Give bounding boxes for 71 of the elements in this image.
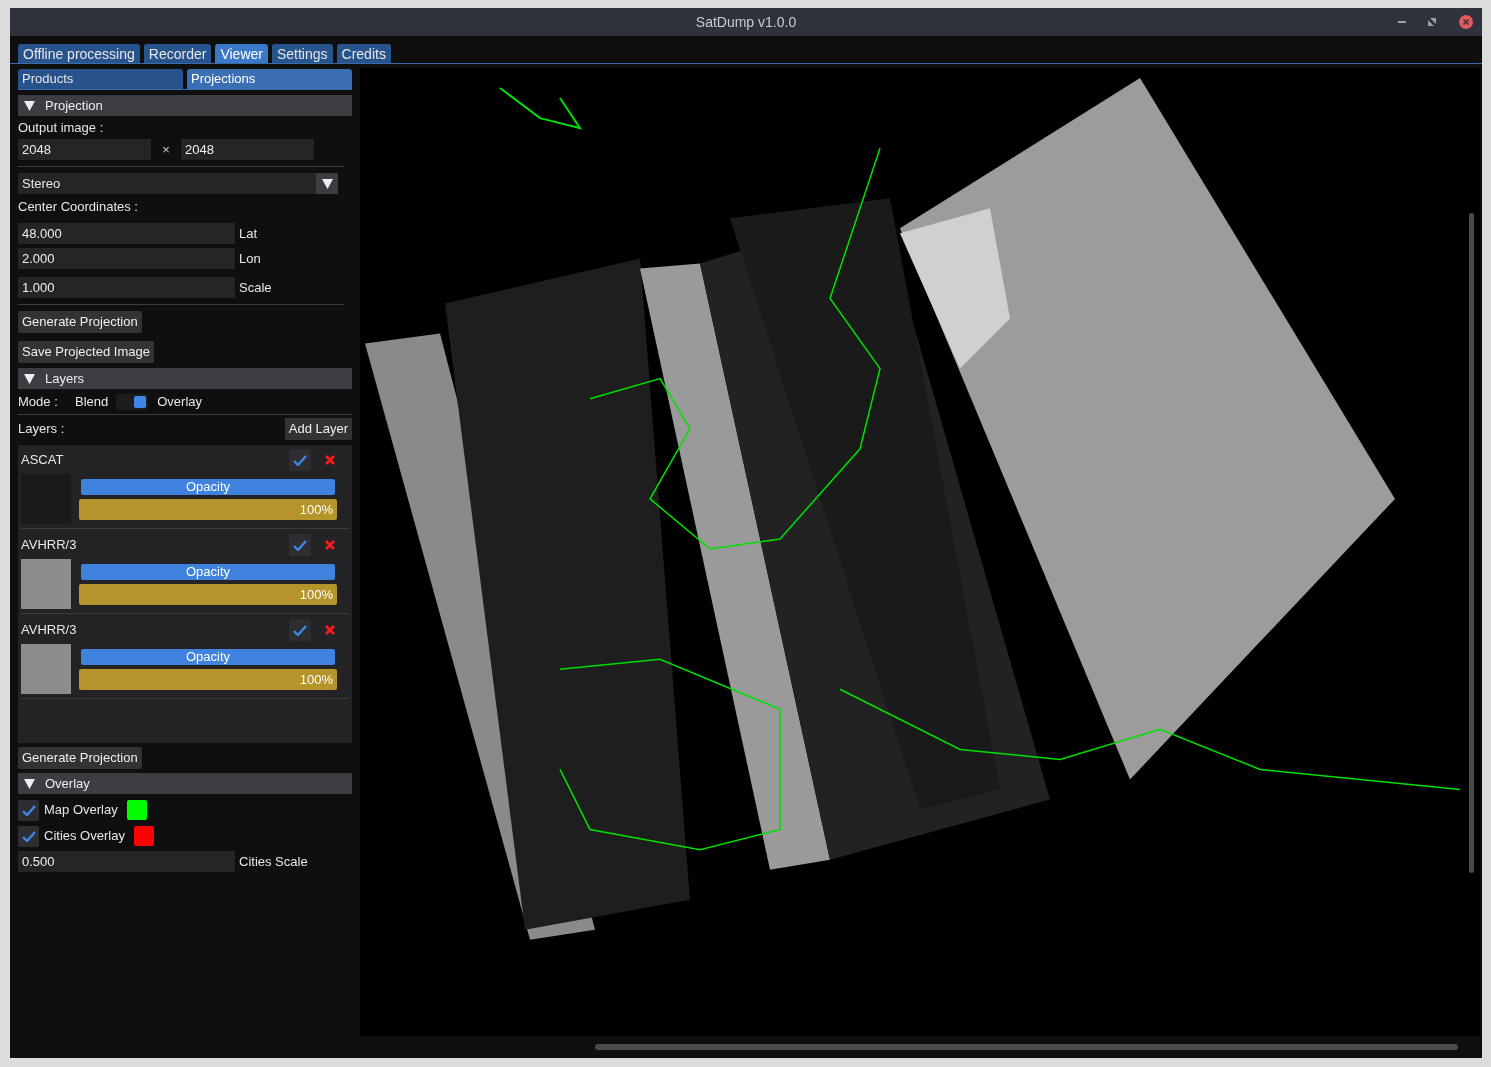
- thumbnail-image: [21, 644, 71, 694]
- layer-checkbox[interactable]: [289, 449, 311, 471]
- opacity-button[interactable]: Opacity: [81, 478, 335, 495]
- checkmark-icon: [21, 804, 36, 816]
- label: Scale: [239, 278, 272, 297]
- color-swatch[interactable]: [133, 826, 154, 846]
- section-header[interactable]: Layers: [18, 368, 352, 389]
- checkbox[interactable]: [18, 799, 39, 821]
- label: Layers :: [18, 420, 65, 439]
- input-field[interactable]: 1.000: [18, 277, 235, 298]
- remove-layer-button[interactable]: [323, 623, 337, 637]
- layer-checkbox[interactable]: [289, 534, 311, 556]
- section-header[interactable]: Projection: [18, 95, 352, 116]
- minimize-icon[interactable]: [1398, 20, 1406, 24]
- button[interactable]: Save Projected Image: [18, 341, 154, 363]
- input-field[interactable]: 2.000: [18, 248, 235, 269]
- checkmark-icon: [21, 830, 36, 842]
- slider-value: 100%: [299, 500, 333, 519]
- section-header[interactable]: Overlay: [18, 773, 352, 794]
- input-field[interactable]: 2048: [18, 139, 151, 160]
- horizontal-scrollbar[interactable]: [595, 1044, 1458, 1050]
- label: Lat: [239, 224, 258, 243]
- checkmark-icon: [293, 539, 307, 551]
- input-field[interactable]: 2048: [181, 139, 314, 160]
- label: Center Coordinates :: [18, 198, 139, 216]
- remove-layer-button[interactable]: [323, 538, 337, 552]
- tab[interactable]: Credits: [336, 44, 391, 63]
- input-field[interactable]: 48.000: [18, 223, 235, 244]
- restore-icon[interactable]: [1428, 18, 1436, 26]
- label: Map Overlay: [44, 801, 118, 820]
- tab[interactable]: Recorder: [143, 44, 212, 63]
- tab[interactable]: Viewer: [215, 44, 268, 63]
- close-icon: [325, 540, 335, 550]
- label: Cities Scale: [239, 852, 308, 871]
- tab[interactable]: Products: [18, 69, 183, 89]
- close-icon: [325, 625, 335, 635]
- label: Overlay: [157, 393, 203, 412]
- color-swatch[interactable]: [126, 800, 147, 820]
- layer-name: ASCAT: [21, 451, 65, 470]
- remove-layer-button[interactable]: [323, 453, 337, 467]
- label: Lon: [239, 249, 261, 268]
- tab[interactable]: Settings: [271, 44, 333, 63]
- projection-dropdown[interactable]: Stereo: [18, 173, 338, 194]
- dropdown-arrow-icon: [321, 178, 333, 189]
- layer-checkbox[interactable]: [289, 619, 311, 641]
- checkmark-icon: [293, 454, 307, 466]
- checkmark-icon: [293, 624, 307, 636]
- input-field[interactable]: 0.500: [18, 851, 235, 872]
- slider-value: 100%: [299, 585, 333, 604]
- label: Output image :: [18, 119, 105, 137]
- window-title: SatDump v1.0.0: [695, 12, 797, 32]
- layer-name: AVHRR/3: [21, 536, 78, 555]
- mode-toggle[interactable]: [116, 394, 149, 410]
- button[interactable]: Generate Projection: [18, 747, 142, 769]
- thumbnail-image: [21, 559, 71, 609]
- tab[interactable]: Offline processing: [18, 44, 140, 63]
- tab[interactable]: Projections: [187, 69, 352, 89]
- vertical-scrollbar[interactable]: [1469, 213, 1474, 873]
- label: Mode :: [18, 393, 59, 412]
- button[interactable]: Generate Projection: [18, 311, 142, 333]
- layer-name: AVHRR/3: [21, 621, 78, 640]
- slider-value: 100%: [299, 670, 333, 689]
- label: Cities Overlay: [44, 827, 125, 846]
- times-label: ×: [161, 140, 171, 159]
- label: Blend: [75, 393, 109, 412]
- checkbox[interactable]: [18, 825, 39, 847]
- opacity-button[interactable]: Opacity: [81, 648, 335, 665]
- opacity-button[interactable]: Opacity: [81, 563, 335, 580]
- close-icon[interactable]: [1458, 14, 1474, 30]
- add-layer-button[interactable]: Add Layer: [284, 418, 352, 440]
- close-icon: [325, 455, 335, 465]
